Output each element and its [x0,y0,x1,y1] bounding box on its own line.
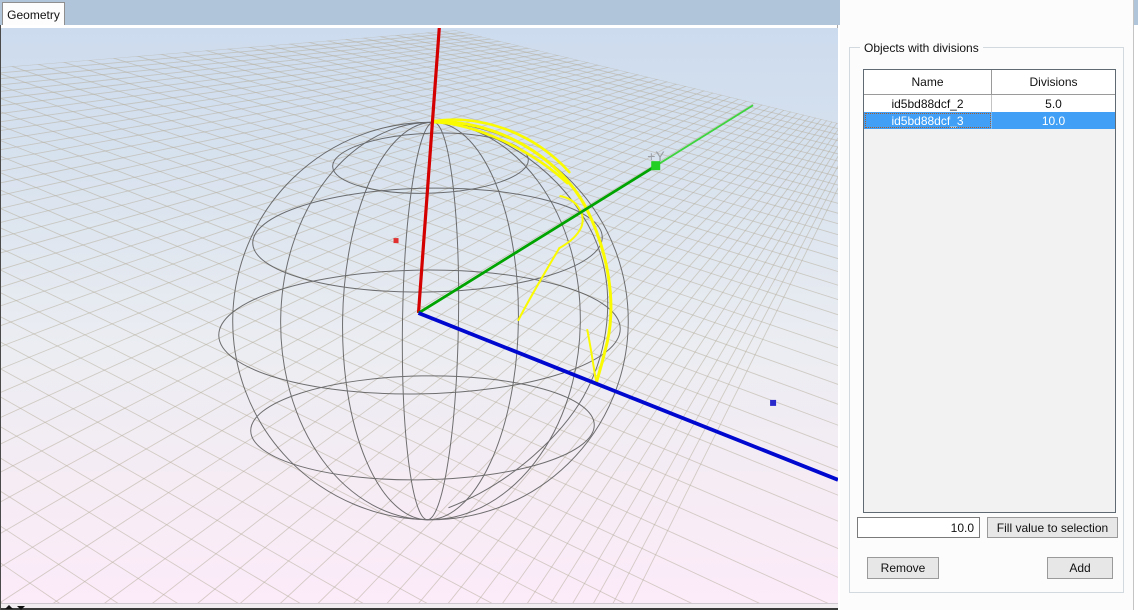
viewport-3d[interactable]: +Y [1,28,838,603]
tab-geometry[interactable]: Geometry [2,2,65,26]
add-button[interactable]: Add [1047,557,1113,579]
col-header-name[interactable]: Name [864,70,992,94]
splitter-up-arrow[interactable] [5,605,13,609]
divisions-panel: Objects with divisions Name Divisions id… [840,0,1134,610]
cell-divisions[interactable]: 5.0 [992,95,1115,112]
point-marker-blue [770,400,776,406]
remove-button[interactable]: Remove [867,557,939,579]
fill-row: Fill value to selection [857,517,1118,538]
divisions-table[interactable]: Name Divisions id5bd88dcf_25.0id5bd88dcf… [863,69,1116,513]
groupbox-title: Objects with divisions [860,41,983,55]
table-header: Name Divisions [864,70,1115,95]
ground-grid [1,28,838,603]
divisions-table-body: id5bd88dcf_25.0id5bd88dcf_310.0 [864,95,1115,129]
splitter[interactable] [1,603,838,610]
tab-geometry-label: Geometry [7,8,60,22]
cell-divisions[interactable]: 10.0 [992,112,1115,129]
fill-value-button[interactable]: Fill value to selection [987,517,1118,538]
point-marker-red [394,238,399,243]
cell-name[interactable]: id5bd88dcf_3 [864,112,992,129]
cell-name[interactable]: id5bd88dcf_2 [864,95,992,112]
col-header-divisions[interactable]: Divisions [992,70,1115,94]
groupbox-objects-with-divisions: Objects with divisions Name Divisions id… [849,47,1124,593]
application-window: Geometry Divisions ✕ [0,0,1138,610]
table-row[interactable]: id5bd88dcf_25.0 [864,95,1115,112]
table-row[interactable]: id5bd88dcf_310.0 [864,112,1115,129]
scene-canvas: +Y [1,28,838,603]
fill-value-input[interactable] [857,517,980,538]
y-axis-label: +Y [647,148,665,164]
splitter-down-arrow[interactable] [17,606,25,610]
geometry-pane: +Y [0,25,838,610]
